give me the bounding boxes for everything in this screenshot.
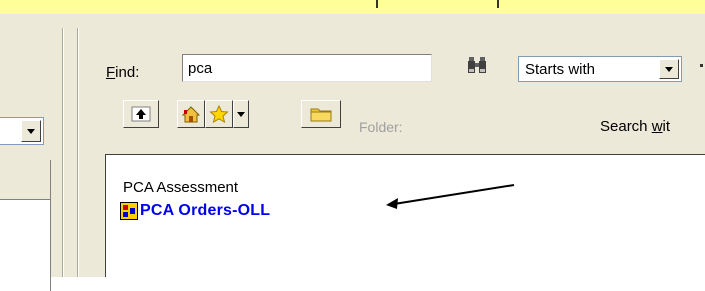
up-folder-button[interactable] <box>123 100 159 128</box>
folder-button[interactable] <box>301 100 341 128</box>
chevron-down-icon <box>665 66 673 72</box>
home-icon <box>181 106 201 123</box>
home-button[interactable] <box>177 100 205 128</box>
chevron-down-icon <box>237 111 245 117</box>
result-item[interactable]: PCA Assessment <box>123 179 238 196</box>
top-strip <box>0 0 705 14</box>
find-label: Find: <box>106 64 140 81</box>
favorites-dropdown-button[interactable] <box>233 100 249 128</box>
annotation-arrow <box>386 184 515 209</box>
match-mode-select[interactable]: Starts with <box>518 56 682 82</box>
dropdown-button[interactable] <box>21 120 41 142</box>
up-arrow-icon <box>131 106 151 122</box>
result-item[interactable]: PCA Orders-OLL <box>120 202 270 220</box>
pane-divider <box>63 28 64 277</box>
star-icon <box>209 105 229 123</box>
find-input[interactable] <box>182 54 432 82</box>
folder-label: Folder: <box>359 119 403 135</box>
results-list[interactable]: PCA Assessment PCA Orders-OLL <box>105 154 705 277</box>
folder-icon <box>310 108 332 122</box>
order-set-icon <box>120 202 138 220</box>
left-pane-list-header <box>0 160 50 200</box>
left-pane-dropdown[interactable] <box>0 117 44 145</box>
strip-tick <box>376 0 378 8</box>
match-mode-dropdown-button[interactable] <box>659 59 679 79</box>
pane-divider <box>78 28 79 277</box>
match-mode-value: Starts with <box>525 61 596 78</box>
left-pane-list[interactable] <box>0 160 51 291</box>
strip-tick <box>497 0 499 8</box>
chevron-down-icon <box>27 128 35 134</box>
favorites-button[interactable] <box>205 100 233 128</box>
search-within-label: Search wit <box>600 118 671 135</box>
result-item-label: PCA Orders-OLL <box>140 202 271 219</box>
binoculars-icon[interactable] <box>466 55 488 77</box>
truncated-glyph <box>700 64 703 67</box>
